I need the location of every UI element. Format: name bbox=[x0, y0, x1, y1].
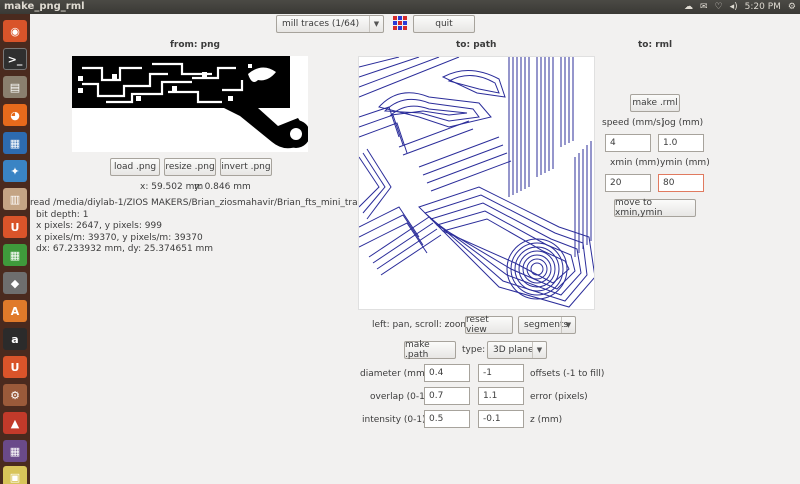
ubuntu-one-icon[interactable]: U bbox=[3, 356, 27, 378]
png-info-size: dx: 67.233932 mm, dy: 25.374651 mm bbox=[36, 244, 214, 254]
writer-icon[interactable]: ▦ bbox=[3, 132, 27, 154]
resize-png-button[interactable]: resize .png bbox=[164, 158, 216, 176]
document-icon[interactable]: ▥ bbox=[3, 188, 27, 210]
trash-icon[interactable]: ▣ bbox=[3, 466, 27, 484]
diameter-label: diameter (mm) bbox=[360, 369, 429, 379]
to-rml-header: to: rml bbox=[638, 40, 673, 50]
png-info-path: read /media/diylab-1/ZIOS MAKERS/Brian_z… bbox=[30, 198, 393, 208]
quit-button[interactable]: quit bbox=[413, 15, 475, 33]
store-icon[interactable]: A bbox=[3, 300, 27, 322]
gear-icon[interactable]: ⚙ bbox=[788, 0, 796, 14]
launcher: ◉ >_ ▤ ◕ ▦ ✦ ▥ U ▦ ◆ A a U ⚙ ▲ ▦ ▣ bbox=[0, 14, 30, 484]
intensity-field[interactable]: 0.5 bbox=[424, 410, 470, 428]
move-to-xmin-ymin-button[interactable]: move to xmin,ymin bbox=[614, 198, 696, 218]
from-png-header: from: png bbox=[170, 40, 220, 50]
error-label: error (pixels) bbox=[530, 392, 588, 402]
workspace-icon[interactable]: ▦ bbox=[3, 440, 27, 462]
software-center-icon[interactable]: U bbox=[3, 216, 27, 238]
speed-label: speed (mm/s) bbox=[602, 118, 665, 128]
diameter-field[interactable]: 0.4 bbox=[424, 364, 470, 382]
png-info-density: x pixels/m: 39370, y pixels/m: 39370 bbox=[36, 232, 203, 243]
display-select[interactable]: segments ▼ bbox=[518, 316, 576, 334]
type-select[interactable]: 3D plane ▼ bbox=[487, 341, 547, 359]
chevron-down-icon: ▼ bbox=[369, 16, 383, 32]
bird-icon[interactable]: ✦ bbox=[3, 160, 27, 182]
clock[interactable]: 5:20 PM bbox=[745, 0, 781, 14]
drive-icon[interactable]: ◆ bbox=[3, 272, 27, 294]
xmin-label: xmin (mm) bbox=[610, 158, 660, 168]
intensity-label: intensity (0-1) bbox=[362, 415, 426, 425]
type-label: type: bbox=[462, 345, 486, 355]
terminal-icon[interactable]: >_ bbox=[3, 48, 27, 70]
error-field[interactable]: 1.1 bbox=[478, 387, 524, 405]
speed-field[interactable]: 4 bbox=[605, 134, 651, 152]
load-png-button[interactable]: load .png bbox=[110, 158, 160, 176]
dash-icon[interactable]: ◉ bbox=[3, 20, 27, 42]
nav-hint: left: pan, scroll: zoom bbox=[372, 320, 470, 330]
jog-field[interactable]: 1.0 bbox=[658, 134, 704, 152]
path-preview[interactable] bbox=[358, 56, 595, 310]
to-path-header: to: path bbox=[456, 40, 497, 50]
offsets-field[interactable]: -1 bbox=[478, 364, 524, 382]
make-path-button[interactable]: make .path bbox=[404, 340, 456, 360]
top-panel: make_png_rml ☁ ✉ ♡ ◂) 5:20 PM ⚙ bbox=[0, 0, 800, 14]
z-label: z (mm) bbox=[530, 415, 563, 425]
app-icon[interactable]: ▲ bbox=[3, 412, 27, 434]
invert-png-button[interactable]: invert .png bbox=[220, 158, 272, 176]
amazon-icon[interactable]: a bbox=[3, 328, 27, 350]
volume-icon[interactable]: ◂) bbox=[730, 0, 738, 14]
cursor-y-readout: y: 0.846 mm bbox=[194, 182, 251, 192]
chevron-down-icon: ▼ bbox=[561, 317, 575, 333]
png-info: read /media/diylab-1/ZIOS MAKERS/Brian_z… bbox=[30, 198, 395, 256]
png-preview[interactable] bbox=[72, 56, 310, 152]
xmin-field[interactable]: 20 bbox=[605, 174, 651, 192]
mail-icon[interactable]: ✉ bbox=[700, 0, 708, 14]
settings-icon[interactable]: ⚙ bbox=[3, 384, 27, 406]
grid-icon[interactable] bbox=[393, 16, 407, 30]
calc-icon[interactable]: ▦ bbox=[3, 244, 27, 266]
files-icon[interactable]: ▤ bbox=[3, 76, 27, 98]
network-icon[interactable]: ♡ bbox=[715, 0, 723, 14]
cloud-icon[interactable]: ☁ bbox=[684, 0, 693, 14]
window-title: make_png_rml bbox=[4, 1, 85, 12]
png-info-pixels: x pixels: 2647, y pixels: 999 bbox=[36, 221, 162, 231]
overlap-label: overlap (0-1) bbox=[370, 392, 429, 402]
firefox-icon[interactable]: ◕ bbox=[3, 104, 27, 126]
png-info-depth: bit depth: 1 bbox=[36, 209, 89, 220]
chevron-down-icon: ▼ bbox=[532, 342, 546, 358]
ymin-field[interactable]: 80 bbox=[658, 174, 704, 192]
type-select-value: 3D plane bbox=[493, 345, 534, 355]
reset-view-button[interactable]: reset view bbox=[465, 315, 513, 335]
make-rml-button[interactable]: make .rml bbox=[630, 94, 680, 112]
jog-label: jog (mm) bbox=[662, 118, 704, 128]
mode-select[interactable]: mill traces (1/64) ▼ bbox=[276, 15, 384, 33]
z-field[interactable]: -0.1 bbox=[478, 410, 524, 428]
system-tray: ☁ ✉ ♡ ◂) 5:20 PM ⚙ bbox=[684, 0, 796, 14]
overlap-field[interactable]: 0.7 bbox=[424, 387, 470, 405]
mode-select-value: mill traces (1/64) bbox=[282, 19, 360, 29]
offsets-label: offsets (-1 to fill) bbox=[530, 369, 605, 379]
ymin-label: ymin (mm) bbox=[660, 158, 710, 168]
